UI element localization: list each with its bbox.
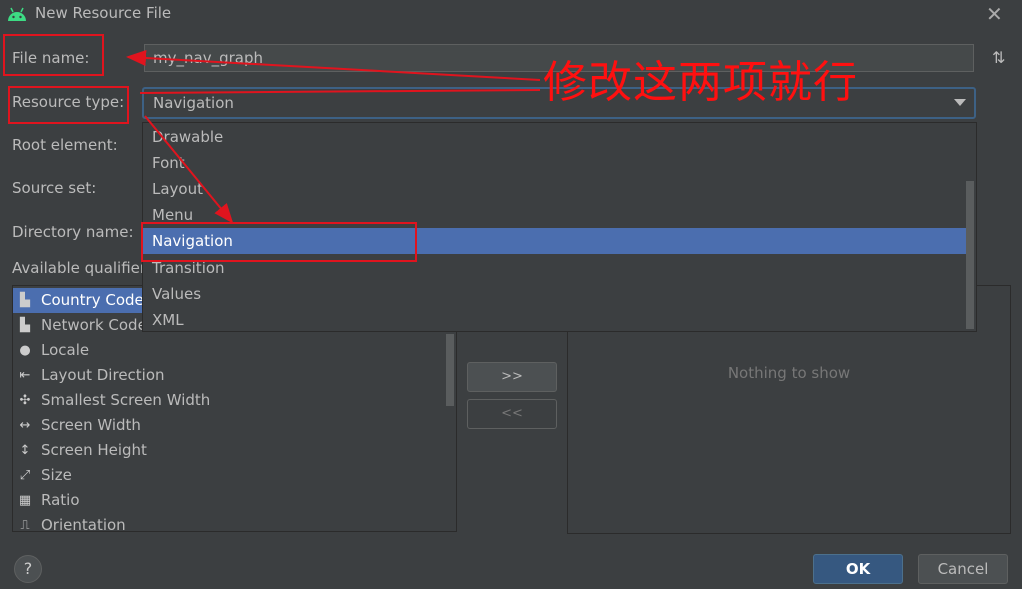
smallest-width-icon: ✣ (19, 393, 31, 408)
available-qualifiers-label: Available qualifier (12, 259, 147, 277)
list-item-label: Smallest Screen Width (41, 391, 211, 409)
cancel-button[interactable]: Cancel (918, 554, 1008, 584)
source-set-label: Source set: (12, 179, 97, 197)
list-item-label: Screen Width (41, 416, 141, 434)
list-item-ratio[interactable]: ▦ Ratio (13, 488, 443, 513)
empty-state-text: Nothing to show (727, 364, 851, 382)
list-item-label: Screen Height (41, 441, 147, 459)
list-item-label: Network Code (41, 316, 147, 334)
list-item-label: Size (41, 466, 72, 484)
layout-direction-icon: ⇤ (19, 368, 31, 383)
ratio-icon: ▦ (18, 493, 32, 508)
list-item-size[interactable]: ⤢ Size (13, 463, 443, 488)
globe-icon: ● (19, 343, 31, 358)
android-icon (6, 6, 28, 22)
list-item-label: Ratio (41, 491, 80, 509)
annotation-text: 修改这两项就行 (543, 57, 858, 108)
country-code-icon: ▙ (20, 293, 30, 308)
dropdown-item-values[interactable]: Values (143, 281, 967, 307)
size-icon: ⤢ (19, 468, 31, 483)
list-item-screen-width[interactable]: ↔ Screen Width (13, 413, 443, 438)
list-item-layout-direction[interactable]: ⇤ Layout Direction (13, 363, 443, 388)
list-item-smallest-screen-width[interactable]: ✣ Smallest Screen Width (13, 388, 443, 413)
directory-name-label: Directory name: (12, 223, 134, 241)
screen-width-icon: ↔ (19, 418, 31, 433)
annotation-box-file-name (3, 34, 104, 76)
orientation-icon: ⎍ (20, 518, 30, 532)
list-item-label: Locale (41, 341, 90, 359)
dropdown-item-font[interactable]: Font (143, 150, 967, 176)
sort-icon[interactable]: ⇅ (992, 48, 1005, 67)
list-item-locale[interactable]: ● Locale (13, 338, 443, 363)
dropdown-scrollbar[interactable] (966, 181, 974, 329)
annotation-box-resource-type (8, 86, 129, 124)
dropdown-item-layout[interactable]: Layout (143, 176, 967, 202)
dropdown-item-drawable[interactable]: Drawable (143, 124, 967, 150)
qualifier-list-scrollbar[interactable] (446, 334, 454, 406)
list-item-label: Country Code (41, 291, 144, 309)
chevron-down-icon[interactable] (954, 99, 966, 106)
list-item-label: Orientation (41, 516, 126, 532)
screen-height-icon: ↕ (19, 443, 31, 458)
annotation-box-navigation (141, 222, 417, 262)
close-icon[interactable]: ✕ (986, 2, 1003, 26)
add-qualifier-button[interactable]: >> (467, 362, 557, 392)
list-item-screen-height[interactable]: ↕ Screen Height (13, 438, 443, 463)
ok-button[interactable]: OK (813, 554, 903, 584)
root-element-label: Root element: (12, 136, 118, 154)
remove-qualifier-button[interactable]: << (467, 399, 557, 429)
list-item-orientation[interactable]: ⎍ Orientation (13, 513, 443, 532)
dropdown-item-xml[interactable]: XML (143, 307, 967, 333)
help-button[interactable]: ? (14, 555, 42, 583)
list-item-label: Layout Direction (41, 366, 165, 384)
resource-type-value: Navigation (153, 94, 234, 112)
network-code-icon: ▙ (20, 318, 30, 333)
window-title: New Resource File (35, 4, 172, 22)
